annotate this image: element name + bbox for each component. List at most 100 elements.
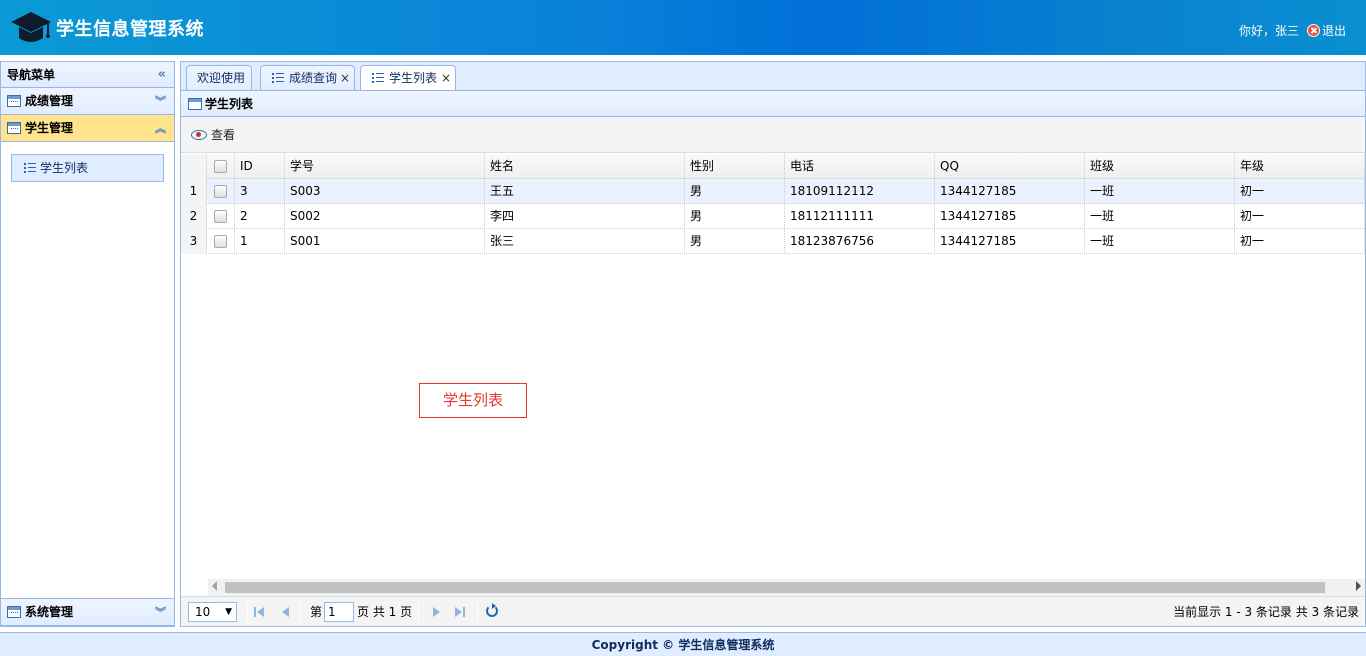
refresh-icon[interactable]: [486, 603, 498, 617]
row-checkbox-cell: [207, 204, 235, 229]
row-checkbox[interactable]: [214, 210, 227, 223]
double-chevron-down-icon[interactable]: ︾: [155, 599, 166, 626]
tab-label: 成绩查询: [289, 71, 338, 85]
grid-header-row: ID 学号 姓名 性别 电话 QQ 班级 年级: [181, 154, 1365, 179]
page-size-select[interactable]: 10 ▼: [188, 602, 237, 622]
page-size-value: 10: [195, 605, 211, 619]
pager-separator: [477, 602, 478, 622]
col-header-number[interactable]: 学号: [285, 154, 485, 179]
double-chevron-down-icon[interactable]: ︾: [155, 88, 166, 115]
tab-student-list[interactable]: 学生列表 ×: [360, 65, 456, 93]
cell-class: 一班: [1085, 229, 1235, 254]
app-title: 学生信息管理系统: [56, 19, 204, 40]
pagination-bar: 10 ▼ 第 1 页 共 1 页 当前显示 1 - 3 条记录 共 3 条记录: [181, 596, 1365, 626]
table-icon: [7, 122, 21, 134]
cell-number: S003: [285, 179, 485, 204]
row-checkbox[interactable]: [214, 235, 227, 248]
logout-icon[interactable]: [1306, 24, 1320, 37]
page-prefix: 第: [310, 605, 323, 619]
panel-title-label: 学生列表: [205, 97, 254, 111]
sidebar-section-system[interactable]: 系统管理 ︾: [1, 599, 174, 626]
prev-page-icon[interactable]: [280, 606, 292, 618]
pager-separator: [300, 602, 301, 622]
cell-number: S002: [285, 204, 485, 229]
user-area: 你好，张三 退出: [1239, 22, 1346, 39]
cell-name: 张三: [485, 229, 685, 254]
double-chevron-up-icon[interactable]: ︽: [155, 115, 166, 142]
sidebar-section-grades[interactable]: 成绩管理 ︾: [1, 88, 174, 115]
tab-welcome[interactable]: 欢迎使用: [186, 65, 252, 92]
cell-grade: 初一: [1235, 179, 1365, 204]
footer: Copyright © 学生信息管理系统: [0, 632, 1366, 656]
user-greeting: 你好，张三: [1238, 24, 1299, 38]
col-header-qq[interactable]: QQ: [935, 154, 1085, 179]
cell-id: 2: [235, 204, 285, 229]
copyright-text: Copyright © 学生信息管理系统: [591, 638, 775, 652]
annotation-label: 学生列表: [419, 383, 527, 418]
cell-name: 王五: [485, 179, 685, 204]
tab-content: 学生列表 查看 ID 学号 姓名 性别 电话 QQ 班级 年级 1 3 S003…: [180, 90, 1366, 627]
page-total: 页 共 1 页: [357, 605, 413, 619]
last-page-icon[interactable]: [455, 606, 467, 618]
col-header-gender[interactable]: 性别: [685, 154, 785, 179]
cell-phone: 18123876756: [785, 229, 935, 254]
col-header-class[interactable]: 班级: [1085, 154, 1235, 179]
main-panel: 欢迎使用 成绩查询 × 学生列表 × 学生列表 查看 ID 学号 姓名 性别 电…: [180, 61, 1366, 627]
pagination-info: 当前显示 1 - 3 条记录 共 3 条记录: [1173, 605, 1359, 619]
row-number: 2: [181, 204, 207, 229]
panel-title: 学生列表: [181, 91, 1365, 117]
dropdown-arrow-icon: ▼: [225, 607, 232, 617]
close-icon[interactable]: ×: [340, 66, 350, 91]
tab-grade-query[interactable]: 成绩查询 ×: [260, 65, 355, 92]
col-header-grade[interactable]: 年级: [1235, 154, 1365, 179]
cell-number: S001: [285, 229, 485, 254]
cell-gender: 男: [685, 179, 785, 204]
cell-qq: 1344127185: [935, 229, 1085, 254]
scroll-left-icon[interactable]: [212, 581, 217, 591]
row-checkbox[interactable]: [214, 185, 227, 198]
eye-icon: [191, 130, 207, 140]
scroll-right-icon[interactable]: [1356, 581, 1361, 591]
sidebar-section-label: 成绩管理: [25, 94, 74, 108]
page-number-input[interactable]: 1: [324, 602, 354, 622]
cell-gender: 男: [685, 229, 785, 254]
sidebar-title: 导航菜单 «: [1, 62, 174, 88]
cell-gender: 男: [685, 204, 785, 229]
list-icon: [24, 163, 36, 174]
table-row[interactable]: 3 1 S001 张三 男 18123876756 1344127185 一班 …: [181, 229, 1365, 254]
horizontal-scrollbar[interactable]: [208, 579, 1365, 596]
close-icon[interactable]: ×: [441, 66, 451, 91]
logout-link[interactable]: 退出: [1322, 22, 1346, 39]
col-header-id[interactable]: ID: [235, 154, 285, 179]
pager-separator: [247, 602, 248, 622]
sidebar-section-body: 学生列表: [1, 142, 174, 599]
cell-name: 李四: [485, 204, 685, 229]
col-header-phone[interactable]: 电话: [785, 154, 935, 179]
cell-phone: 18112111111: [785, 204, 935, 229]
sidebar-section-students[interactable]: 学生管理 ︽: [1, 115, 174, 142]
graduation-cap-icon: [11, 12, 51, 42]
scroll-thumb[interactable]: [225, 582, 1325, 593]
table-icon: [7, 606, 21, 618]
list-icon: [372, 73, 384, 84]
sidebar-section-label: 系统管理: [25, 605, 74, 619]
select-all-checkbox-cell: [207, 154, 235, 179]
tab-bar: 欢迎使用 成绩查询 × 学生列表 ×: [180, 61, 1366, 93]
first-page-icon[interactable]: [254, 606, 266, 618]
sidebar-item-label: 学生列表: [40, 161, 89, 175]
cell-phone: 18109112112: [785, 179, 935, 204]
cell-id: 1: [235, 229, 285, 254]
cell-class: 一班: [1085, 179, 1235, 204]
select-all-checkbox[interactable]: [214, 160, 227, 173]
view-button[interactable]: 查看: [191, 126, 235, 144]
table-row[interactable]: 2 2 S002 李四 男 18112111111 1344127185 一班 …: [181, 204, 1365, 229]
row-number: 3: [181, 229, 207, 254]
sidebar-item-student-list[interactable]: 学生列表: [11, 154, 164, 182]
table-row[interactable]: 1 3 S003 王五 男 18109112112 1344127185 一班 …: [181, 179, 1365, 204]
sidebar: 导航菜单 « 成绩管理 ︾ 学生管理 ︽ 学生列表 系统管理 ︾: [0, 61, 175, 627]
next-page-icon[interactable]: [431, 606, 443, 618]
sidebar-title-label: 导航菜单: [7, 68, 56, 82]
double-chevron-left-icon[interactable]: «: [158, 62, 166, 88]
col-header-name[interactable]: 姓名: [485, 154, 685, 179]
cell-class: 一班: [1085, 204, 1235, 229]
